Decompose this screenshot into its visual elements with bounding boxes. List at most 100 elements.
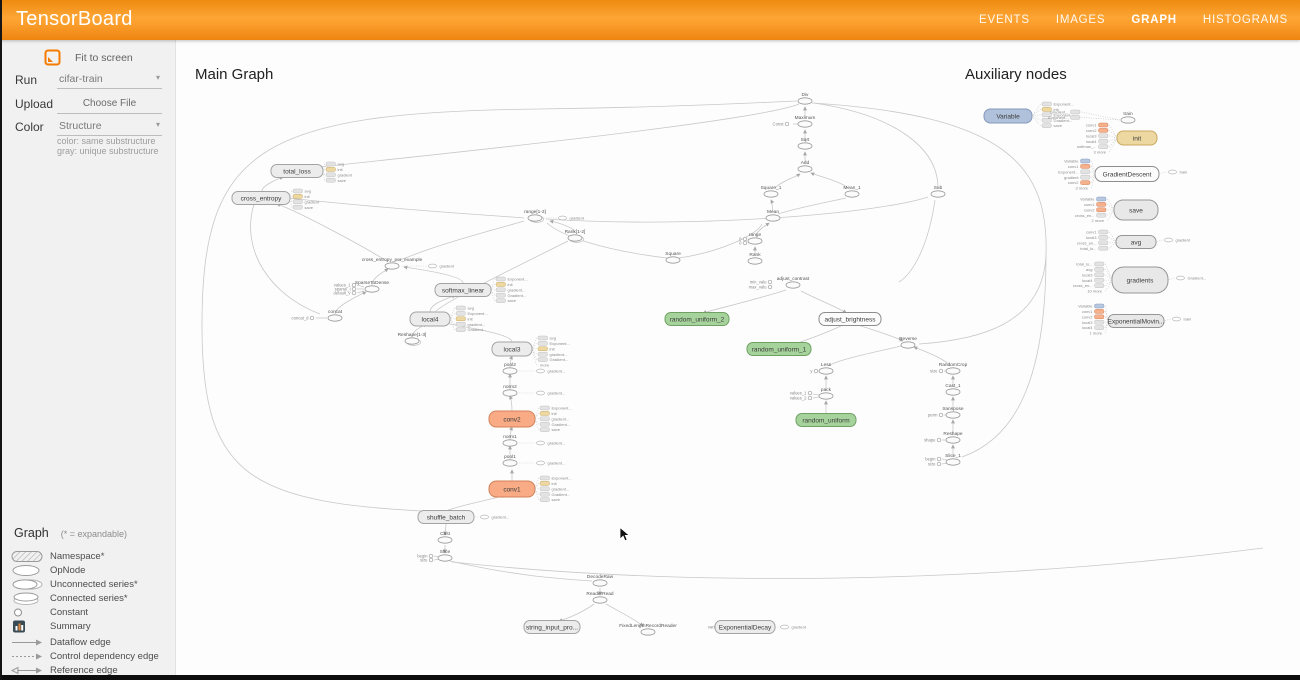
const-node[interactable]: max_valu [749, 285, 772, 290]
svg-text:more: more [540, 363, 550, 368]
svg-text:init: init [550, 346, 556, 351]
const-node[interactable]: values_2 [790, 396, 812, 401]
op-node-Cast[interactable]: Cast [438, 531, 452, 543]
tab-graph[interactable]: GRAPH [1131, 14, 1177, 26]
op-node-norm2[interactable]: norm2 [503, 384, 517, 396]
op-node-Mean[interactable]: Mean [766, 209, 780, 221]
svg-text:gradient...: gradient... [548, 441, 566, 446]
op-node-range[interactable]: range [748, 232, 762, 244]
const-node[interactable]: size [930, 369, 943, 374]
tab-images[interactable]: IMAGES [1056, 14, 1106, 26]
namespace-node-local3[interactable]: local3 [492, 342, 532, 356]
namespace-node-init[interactable]: init [1117, 131, 1157, 145]
namespace-node-shuffle_batch[interactable]: shuffle_batch [418, 511, 474, 524]
const-node[interactable]: 0 [739, 241, 747, 246]
namespace-node-string_input_pro...[interactable]: string_input_pro... [524, 621, 580, 634]
op-node-Cast_1[interactable]: Cast_1 [945, 383, 961, 395]
op-node-pack[interactable]: pack [819, 387, 833, 399]
const-node[interactable]: default_v [334, 291, 356, 296]
op-node-train[interactable]: train [1121, 111, 1135, 123]
graph-canvas[interactable]: Const00values_1sparse_idefault_vconcat_d… [176, 40, 1300, 680]
namespace-node-adjust_brightness[interactable]: adjust_brightness [819, 313, 881, 326]
op-node-range[1-3][interactable]: range[1-3] [524, 209, 546, 222]
svg-text:save: save [338, 178, 347, 183]
namespace-node-total_loss[interactable]: total_loss [271, 165, 323, 178]
nav-tabs: EVENTS IMAGES GRAPH HISTOGRAMS [979, 0, 1288, 40]
svg-text:DecodeRaw: DecodeRaw [587, 574, 614, 580]
namespace-node-softmax_linear[interactable]: softmax_linear [435, 284, 491, 297]
color-select[interactable]: Structure▾ [57, 118, 162, 136]
const-node[interactable]: concat_d [292, 316, 314, 321]
op-node-Less[interactable]: Less [819, 362, 833, 374]
run-select[interactable]: cifar-train▾ [57, 71, 162, 89]
namespace-node-random_uniform_2[interactable]: random_uniform_2 [665, 313, 729, 326]
op-node-transpose[interactable]: transpose [942, 406, 963, 418]
namespace-node-ExponentialMovin...[interactable]: ExponentialMovin... [1108, 315, 1165, 328]
op-node-pool1[interactable]: pool1 [503, 454, 517, 466]
legend-item-opnode: OpNode [0, 564, 176, 578]
namespace-node-Variable[interactable]: Variable [984, 109, 1032, 123]
const-node[interactable]: size [420, 558, 433, 563]
op-node-ReaderRead[interactable]: ReaderRead [586, 591, 614, 603]
op-node-cross_entropy_per_example[interactable]: cross_entropy_per_example [362, 257, 423, 269]
namespace-node-ExponentialDecay[interactable]: ExponentialDecay [715, 621, 775, 634]
svg-text:gradient...: gradient... [492, 515, 510, 520]
namespace-node-conv2[interactable]: conv2 [489, 411, 535, 427]
op-node-Slice[interactable]: Slice [438, 549, 452, 561]
choose-file-button[interactable]: Choose File [57, 95, 162, 114]
const-node[interactable]: y [810, 369, 817, 374]
svg-text:init: init [508, 282, 514, 287]
op-node-Div[interactable]: Div [798, 92, 812, 104]
graph-edge [606, 604, 643, 626]
const-node[interactable]: Const [773, 122, 789, 127]
namespace-node-local4[interactable]: local4 [410, 312, 450, 326]
op-node-DecodeRaw[interactable]: DecodeRaw [587, 574, 614, 586]
namespace-node-avg[interactable]: avg [1116, 236, 1156, 249]
op-node-RandomCrop[interactable]: RandomCrop [939, 362, 968, 374]
op-node-Add[interactable]: Add [798, 160, 812, 172]
op-node-adjust_contrast[interactable]: adjust_contrast [777, 276, 810, 288]
op-node-Sqrt[interactable]: Sqrt [798, 137, 812, 149]
op-node-Reshape[1-3][interactable]: Reshape[1-3] [398, 332, 427, 345]
op-node-concat[interactable]: concat [328, 309, 343, 321]
op-node-Rank[1-2][interactable]: Rank[1-2] [565, 229, 586, 242]
svg-text:local4: local4 [1082, 278, 1093, 283]
namespace-node-cross_entropy[interactable]: cross_entropy [232, 192, 290, 205]
svg-text:RandomCrop: RandomCrop [939, 362, 968, 368]
annotation-stack: total_lo...avglocal3local4cross_en...10 … [1073, 262, 1112, 294]
namespace-node-conv1[interactable]: conv1 [489, 481, 535, 497]
fit-to-screen-icon[interactable] [44, 49, 61, 66]
op-node-norm1[interactable]: norm1 [503, 434, 517, 446]
const-node[interactable]: perm [928, 413, 943, 418]
svg-text:save: save [305, 205, 314, 210]
namespace-node-GradientDescent[interactable]: GradientDescent [1095, 167, 1159, 182]
op-node-Square[interactable]: Square [665, 251, 681, 263]
op-node-Square_1[interactable]: Square_1 [761, 185, 782, 197]
namespace-node-random_uniform[interactable]: random_uniform [796, 414, 856, 427]
svg-text:gradient: gradient [1064, 175, 1079, 180]
op-node-Mean_1[interactable]: Mean_1 [843, 185, 861, 197]
op-node-Reshape[interactable]: Reshape [943, 431, 963, 443]
op-node-Sub[interactable]: Sub [931, 185, 945, 197]
op-node-Reverse[interactable]: Reverse [899, 336, 917, 348]
op-node-pool2[interactable]: pool2 [503, 362, 517, 374]
graph-edge [546, 197, 928, 222]
op-node-FixedLengthRecordReader[interactable]: FixedLengthRecordReader [619, 623, 677, 635]
fit-to-screen-label[interactable]: Fit to screen [75, 52, 133, 64]
annotation-stack: Exponent...initgradient...Gradient...sav… [535, 406, 572, 433]
svg-text:softmax_...: softmax_... [1077, 144, 1097, 149]
op-node-Rank[interactable]: Rank [748, 252, 762, 264]
op-node-Maximum[interactable]: Maximum [795, 115, 816, 127]
const-node[interactable]: size [928, 462, 941, 467]
graph-edge [858, 325, 903, 341]
op-node-Slice_1[interactable]: Slice_1 [945, 453, 961, 465]
svg-text:local3: local3 [1082, 320, 1093, 325]
tab-histograms[interactable]: HISTOGRAMS [1203, 14, 1288, 26]
const-node[interactable]: shape [924, 438, 941, 443]
svg-text:range: range [749, 232, 762, 238]
tab-events[interactable]: EVENTS [979, 14, 1030, 26]
namespace-node-random_uniform_1[interactable]: random_uniform_1 [747, 343, 811, 356]
namespace-node-gradients[interactable]: gradients [1112, 267, 1168, 293]
namespace-node-save[interactable]: save [1114, 200, 1158, 220]
svg-text:pool1: pool1 [504, 454, 516, 460]
